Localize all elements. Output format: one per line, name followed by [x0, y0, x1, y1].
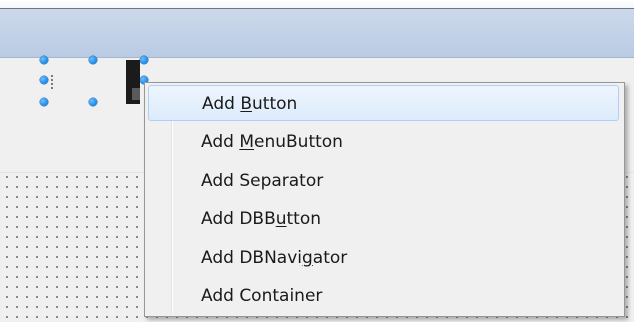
menu-item-label: Add DBButton	[201, 209, 322, 229]
menu-item-label: Add Button	[202, 94, 298, 114]
menu-item-add-menubutton[interactable]: Add MenuButton	[148, 124, 619, 160]
form-designer: Add Button Add MenuButton Add Separator …	[0, 0, 634, 322]
menu-item-add-separator[interactable]: Add Separator	[148, 163, 619, 199]
grip-icon	[51, 75, 55, 89]
selection-handle-icon[interactable]	[40, 98, 48, 106]
menu-item-add-dbnavigator[interactable]: Add DBNavigator	[148, 240, 619, 276]
menu-item-label: Add MenuButton	[201, 132, 343, 152]
selection-handle-icon[interactable]	[89, 98, 97, 106]
selection-handle-icon[interactable]	[89, 56, 97, 64]
menu-item-add-button[interactable]: Add Button	[148, 85, 619, 121]
toolbar-component-icon	[124, 60, 142, 104]
selection-handle-icon[interactable]	[40, 56, 48, 64]
toolbar-band	[0, 9, 634, 58]
selection-handle-icon[interactable]	[40, 76, 48, 84]
context-menu: Add Button Add MenuButton Add Separator …	[144, 82, 625, 317]
menu-item-add-container[interactable]: Add Container	[148, 278, 619, 314]
menu-item-label: Add Container	[201, 286, 323, 306]
menu-item-label: Add DBNavigator	[201, 248, 348, 268]
menu-item-add-dbbutton[interactable]: Add DBButton	[148, 201, 619, 237]
window-top-edge	[0, 0, 634, 8]
menu-item-label: Add Separator	[201, 171, 324, 191]
